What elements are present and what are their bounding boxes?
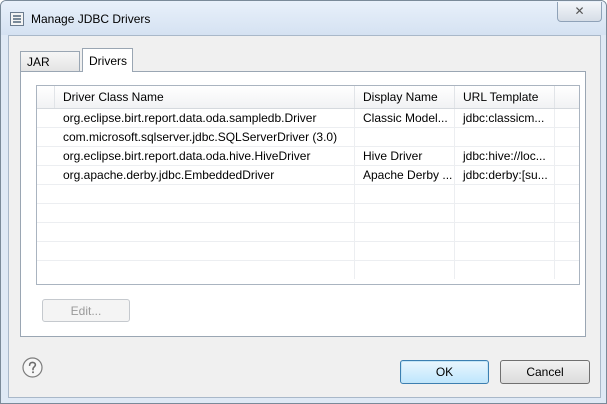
empty-cell [455,185,555,203]
empty-cell [555,204,579,222]
driver-class-cell: org.eclipse.birt.report.data.oda.sampled… [55,109,355,127]
display-name-cell [355,128,455,146]
column-header-driver-class-name[interactable]: Driver Class Name [55,86,355,108]
display-name-cell: Classic Model... [355,109,455,127]
tab-drivers[interactable]: Drivers [82,48,133,72]
header-filler [555,86,579,108]
manage-jdbc-drivers-dialog: Manage JDBC Drivers ✕ JAR Files Drivers … [0,0,607,404]
filler-cell [555,109,579,127]
table-row[interactable]: org.apache.derby.jdbc.EmbeddedDriver Apa… [37,166,579,185]
help-icon[interactable] [22,357,43,378]
dialog-title: Manage JDBC Drivers [31,12,151,26]
empty-cell [55,242,355,260]
empty-cell [355,261,455,279]
empty-row [37,204,579,223]
empty-cell [455,242,555,260]
empty-cell [455,223,555,241]
empty-cell [355,204,455,222]
display-name-cell: Apache Derby ... [355,166,455,184]
url-template-cell: jdbc:derby:[su... [455,166,555,184]
ok-button[interactable]: OK [400,360,489,384]
empty-cell [355,223,455,241]
empty-cell [55,204,355,222]
driver-class-cell: com.microsoft.sqlserver.jdbc.SQLServerDr… [55,128,355,146]
driver-class-cell: org.apache.derby.jdbc.EmbeddedDriver [55,166,355,184]
dialog-body: JAR Files Drivers Driver Class Name Disp… [8,35,601,398]
empty-row [37,223,579,242]
empty-cell [555,261,579,279]
filler-cell [555,166,579,184]
empty-cell [55,185,355,203]
driver-class-cell: org.eclipse.birt.report.data.oda.hive.Hi… [55,147,355,165]
empty-cell [55,261,355,279]
display-name-cell: Hive Driver [355,147,455,165]
drivers-tab-panel: Driver Class Name Display Name URL Templ… [20,71,586,337]
empty-cell [55,223,355,241]
header-blank [37,86,55,108]
column-header-display-name[interactable]: Display Name [355,86,455,108]
empty-cell [555,223,579,241]
edit-button[interactable]: Edit... [42,299,130,322]
filler-cell [555,128,579,146]
table-row[interactable]: com.microsoft.sqlserver.jdbc.SQLServerDr… [37,128,579,147]
empty-cell [555,242,579,260]
column-header-url-template[interactable]: URL Template [455,86,555,108]
empty-row [37,242,579,261]
tab-jar-files[interactable]: JAR Files [20,51,80,90]
filler-cell [555,147,579,165]
empty-cell [455,261,555,279]
empty-cell [555,185,579,203]
database-driver-icon [10,12,24,26]
cancel-button[interactable]: Cancel [500,360,590,384]
table-row[interactable]: org.eclipse.birt.report.data.oda.hive.Hi… [37,147,579,166]
empty-cell [355,242,455,260]
empty-row [37,185,579,204]
url-template-cell [455,128,555,146]
empty-cell [355,185,455,203]
url-template-cell: jdbc:hive://loc... [455,147,555,165]
table-header: Driver Class Name Display Name URL Templ… [37,86,579,109]
table-row[interactable]: org.eclipse.birt.report.data.oda.sampled… [37,109,579,128]
empty-row [37,261,579,279]
title-bar: Manage JDBC Drivers ✕ [1,1,606,35]
drivers-table: Driver Class Name Display Name URL Templ… [36,85,580,285]
close-button[interactable]: ✕ [557,2,602,22]
empty-cell [455,204,555,222]
url-template-cell: jdbc:classicm... [455,109,555,127]
